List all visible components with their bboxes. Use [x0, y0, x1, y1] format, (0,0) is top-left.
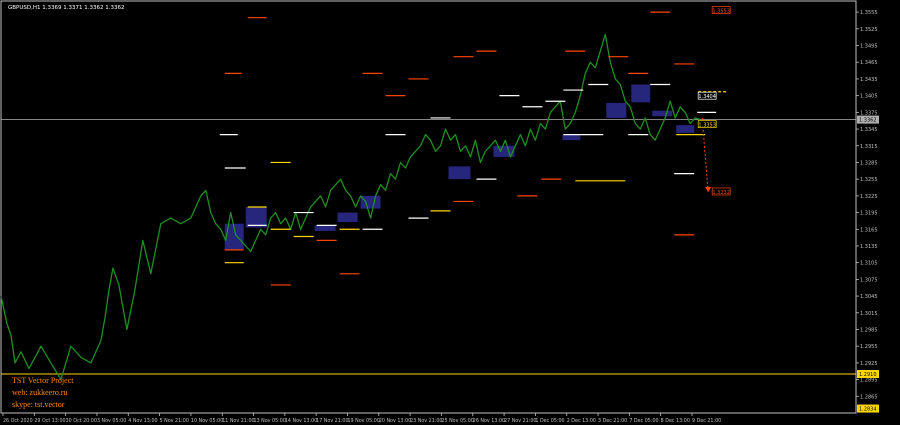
x-tick-label-7: 11 Nov 21:00 — [222, 418, 254, 424]
x-tick-label-20: 7 Dec 05:00 — [629, 418, 658, 424]
axis-price-tag-2: 1.2834 — [857, 404, 879, 413]
y-tick-label-21: 1.2925 — [860, 361, 878, 367]
level-label-0: 1.3553 — [711, 6, 731, 14]
x-tick-label-10: 17 Nov 21:00 — [316, 418, 348, 424]
x-tick-label-11: 19 Nov 05:00 — [348, 418, 380, 424]
price-chart[interactable]: GBPUSD,H1 1.3369 1.3371 1.3362 1.3362 1.3… — [0, 0, 900, 425]
axis-price-tag-text-2: 1.2834 — [859, 407, 877, 413]
info-website: web: zukkeero.ru — [12, 388, 68, 397]
x-tick-label-14: 25 Nov 05:00 — [441, 418, 473, 424]
x-tick-label-22: 9 Dec 21:00 — [692, 418, 721, 424]
zone-box-5 — [448, 166, 471, 180]
y-tick-label-7: 1.3345 — [860, 127, 878, 133]
x-tick-label-18: 2 Dec 13:00 — [567, 418, 596, 424]
y-tick-label-14: 1.3135 — [860, 244, 878, 250]
y-tick-label-19: 1.2985 — [860, 327, 878, 333]
y-tick-label-11: 1.3225 — [860, 194, 878, 200]
x-tick-label-4: 4 Nov 13:00 — [128, 418, 157, 424]
zone-box-11 — [676, 125, 695, 133]
y-tick-label-13: 1.3165 — [860, 227, 878, 233]
axis-price-tag-1: 1.2910 — [857, 370, 879, 379]
plot-frame — [0, 0, 857, 414]
level-label-text-0: 1.3553 — [712, 8, 730, 14]
x-tick-label-16: 27 Nov 21:00 — [504, 418, 536, 424]
x-tick-label-6: 10 Nov 05:00 — [191, 418, 223, 424]
axis-price-tag-text-0: 1.3362 — [859, 118, 877, 124]
chart-title: GBPUSD,H1 1.3369 1.3371 1.3362 1.3362 — [8, 5, 124, 11]
y-tick-label-23: 1.2865 — [860, 394, 878, 400]
y-tick-label-15: 1.3105 — [860, 261, 878, 267]
level-label-3: 1.3232 — [711, 187, 731, 196]
y-tick-label-0: 1.3555 — [860, 10, 878, 16]
x-tick-label-0: 26 Oct 2020 — [3, 418, 33, 424]
y-tick-label-8: 1.3315 — [860, 144, 878, 150]
info-panel: TST Vector Project web: zukkeero.ru skyp… — [12, 376, 73, 409]
info-project-name: TST Vector Project — [12, 376, 74, 385]
y-tick-label-3: 1.3465 — [860, 60, 878, 66]
x-tick-label-12: 20 Nov 13:00 — [379, 418, 411, 424]
y-tick-label-18: 1.3015 — [860, 311, 878, 317]
info-skype: skype: tst.vector — [12, 400, 65, 409]
zone-box-9 — [631, 84, 651, 103]
x-tick-label-21: 8 Dec 13:00 — [661, 418, 690, 424]
y-tick-label-2: 1.3495 — [860, 44, 878, 50]
y-tick-label-9: 1.3285 — [860, 160, 878, 166]
y-tick-label-22: 1.2895 — [860, 378, 878, 384]
y-tick-label-17: 1.3045 — [860, 294, 878, 300]
y-tick-label-16: 1.3075 — [860, 277, 878, 283]
y-tick-label-6: 1.3375 — [860, 110, 878, 116]
x-tick-label-5: 5 Nov 21:00 — [160, 418, 189, 424]
x-tick-label-8: 13 Nov 05:00 — [254, 418, 286, 424]
y-tick-label-10: 1.3255 — [860, 177, 878, 183]
axis-price-tag-text-1: 1.2910 — [859, 372, 877, 378]
x-tick-label-9: 14 Nov 13:00 — [285, 418, 317, 424]
x-tick-label-13: 23 Nov 21:00 — [410, 418, 442, 424]
level-label-text-3: 1.3232 — [712, 190, 730, 196]
y-tick-label-4: 1.3435 — [860, 77, 878, 83]
axis-price-tag-0: 1.3362 — [857, 115, 879, 124]
zone-box-1 — [245, 207, 267, 228]
zone-box-8 — [606, 102, 627, 118]
x-tick-label-1: 29 Oct 13:00 — [34, 418, 65, 424]
x-tick-label-2: 30 Oct 20:00 — [66, 418, 97, 424]
x-tick-label-15: 26 Nov 13:00 — [473, 418, 505, 424]
zone-box-10 — [652, 110, 673, 117]
zone-box-4 — [360, 195, 381, 209]
level-label-text-2: 1.3353 — [698, 123, 716, 129]
y-tick-label-12: 1.3195 — [860, 211, 878, 217]
level-label-1: 1.3404 — [697, 91, 717, 100]
y-tick-label-5: 1.3405 — [860, 94, 878, 100]
x-tick-label-3: 3 Nov 05:00 — [97, 418, 126, 424]
y-tick-label-20: 1.2955 — [860, 344, 878, 350]
zone-box-2 — [314, 225, 336, 231]
level-label-2: 1.3353 — [697, 120, 717, 129]
x-tick-label-17: 1 Dec 05:00 — [535, 418, 564, 424]
zone-box-7 — [562, 134, 581, 141]
zone-box-3 — [337, 212, 358, 223]
level-label-text-1: 1.3404 — [698, 94, 716, 100]
x-tick-label-19: 3 Dec 21:00 — [598, 418, 627, 424]
y-tick-label-1: 1.3525 — [860, 27, 878, 33]
